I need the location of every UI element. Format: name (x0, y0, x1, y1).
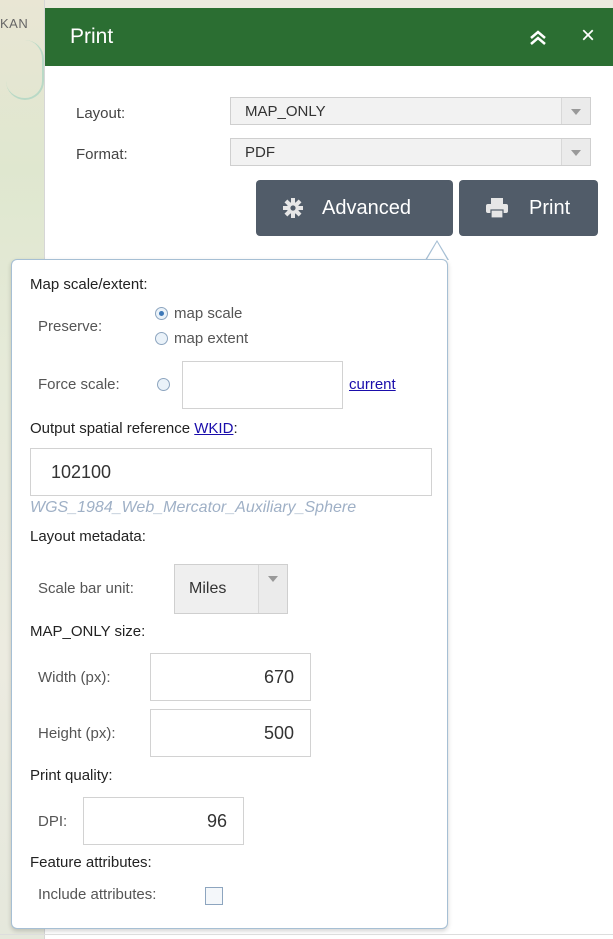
advanced-options-popup: Map scale/extent: Preserve: map scale ma… (11, 259, 448, 929)
spatial-reference-colon: : (233, 420, 238, 437)
print-panel-header: Print × (45, 8, 613, 66)
force-scale-input[interactable] (182, 361, 343, 409)
feature-attributes-section-title: Feature attributes: (30, 854, 152, 871)
dpi-input-value: 96 (206, 811, 227, 831)
width-label: Width (px): (38, 669, 111, 686)
current-scale-link[interactable]: current (349, 376, 396, 393)
width-input-value: 670 (263, 667, 294, 687)
double-chevron-up-icon[interactable] (525, 24, 551, 50)
advanced-button-label: Advanced (322, 197, 411, 219)
printer-icon (485, 197, 509, 225)
force-scale-label: Force scale: (38, 376, 120, 393)
scale-bar-unit-value: Miles (189, 580, 227, 597)
chevron-down-icon[interactable] (258, 565, 287, 613)
wkid-input-value: 102100 (51, 462, 112, 482)
preserve-map-extent-radio[interactable] (155, 332, 168, 345)
scale-bar-unit-select[interactable]: Miles (174, 564, 288, 614)
map-label: KAN (0, 16, 29, 31)
layout-label: Layout: (76, 105, 126, 122)
close-icon[interactable]: × (581, 22, 595, 50)
height-input[interactable]: 500 (150, 709, 311, 757)
include-attributes-checkbox[interactable] (205, 887, 223, 905)
layout-select-value: MAP_ONLY (245, 103, 326, 120)
map-scale-section-title: Map scale/extent: (30, 276, 148, 293)
height-label: Height (px): (38, 725, 116, 742)
layout-select[interactable]: MAP_ONLY (230, 97, 591, 125)
dpi-label: DPI: (38, 813, 68, 830)
print-button[interactable]: Print (459, 180, 598, 236)
layout-metadata-section-title: Layout metadata: (30, 528, 146, 545)
format-select-value: PDF (245, 144, 275, 161)
include-attributes-label: Include attributes: (38, 886, 157, 903)
print-quality-section-title: Print quality: (30, 767, 113, 784)
map-size-section-title: MAP_ONLY size: (30, 623, 146, 640)
force-scale-radio[interactable] (157, 378, 170, 391)
scale-bar-unit-label: Scale bar unit: (38, 580, 134, 597)
format-select[interactable]: PDF (230, 138, 591, 166)
wkid-name-hint: WGS_1984_Web_Mercator_Auxiliary_Sphere (30, 499, 357, 516)
gear-icon (282, 197, 304, 225)
panel-title: Print (70, 25, 114, 48)
wkid-input[interactable]: 102100 (30, 448, 432, 496)
preserve-map-scale-radio[interactable] (155, 307, 168, 320)
spatial-reference-label: Output spatial reference (30, 420, 191, 437)
advanced-button[interactable]: Advanced (256, 180, 453, 236)
height-input-value: 500 (263, 723, 294, 743)
print-button-label: Print (529, 197, 571, 219)
chevron-down-icon[interactable] (561, 98, 590, 124)
map-road (6, 40, 44, 100)
format-label: Format: (76, 146, 128, 163)
spatial-reference-section-title: Output spatial reference WKID: (30, 420, 238, 437)
preserve-option-label: map scale (174, 305, 243, 322)
width-input[interactable]: 670 (150, 653, 311, 701)
dpi-input[interactable]: 96 (83, 797, 244, 845)
preserve-label: Preserve: (38, 318, 103, 335)
preserve-option-label: map extent (174, 330, 249, 347)
wkid-link[interactable]: WKID (194, 420, 233, 437)
map-background-top (45, 0, 613, 8)
chevron-down-icon[interactable] (561, 139, 590, 165)
panel-bottom-border (0, 934, 613, 935)
